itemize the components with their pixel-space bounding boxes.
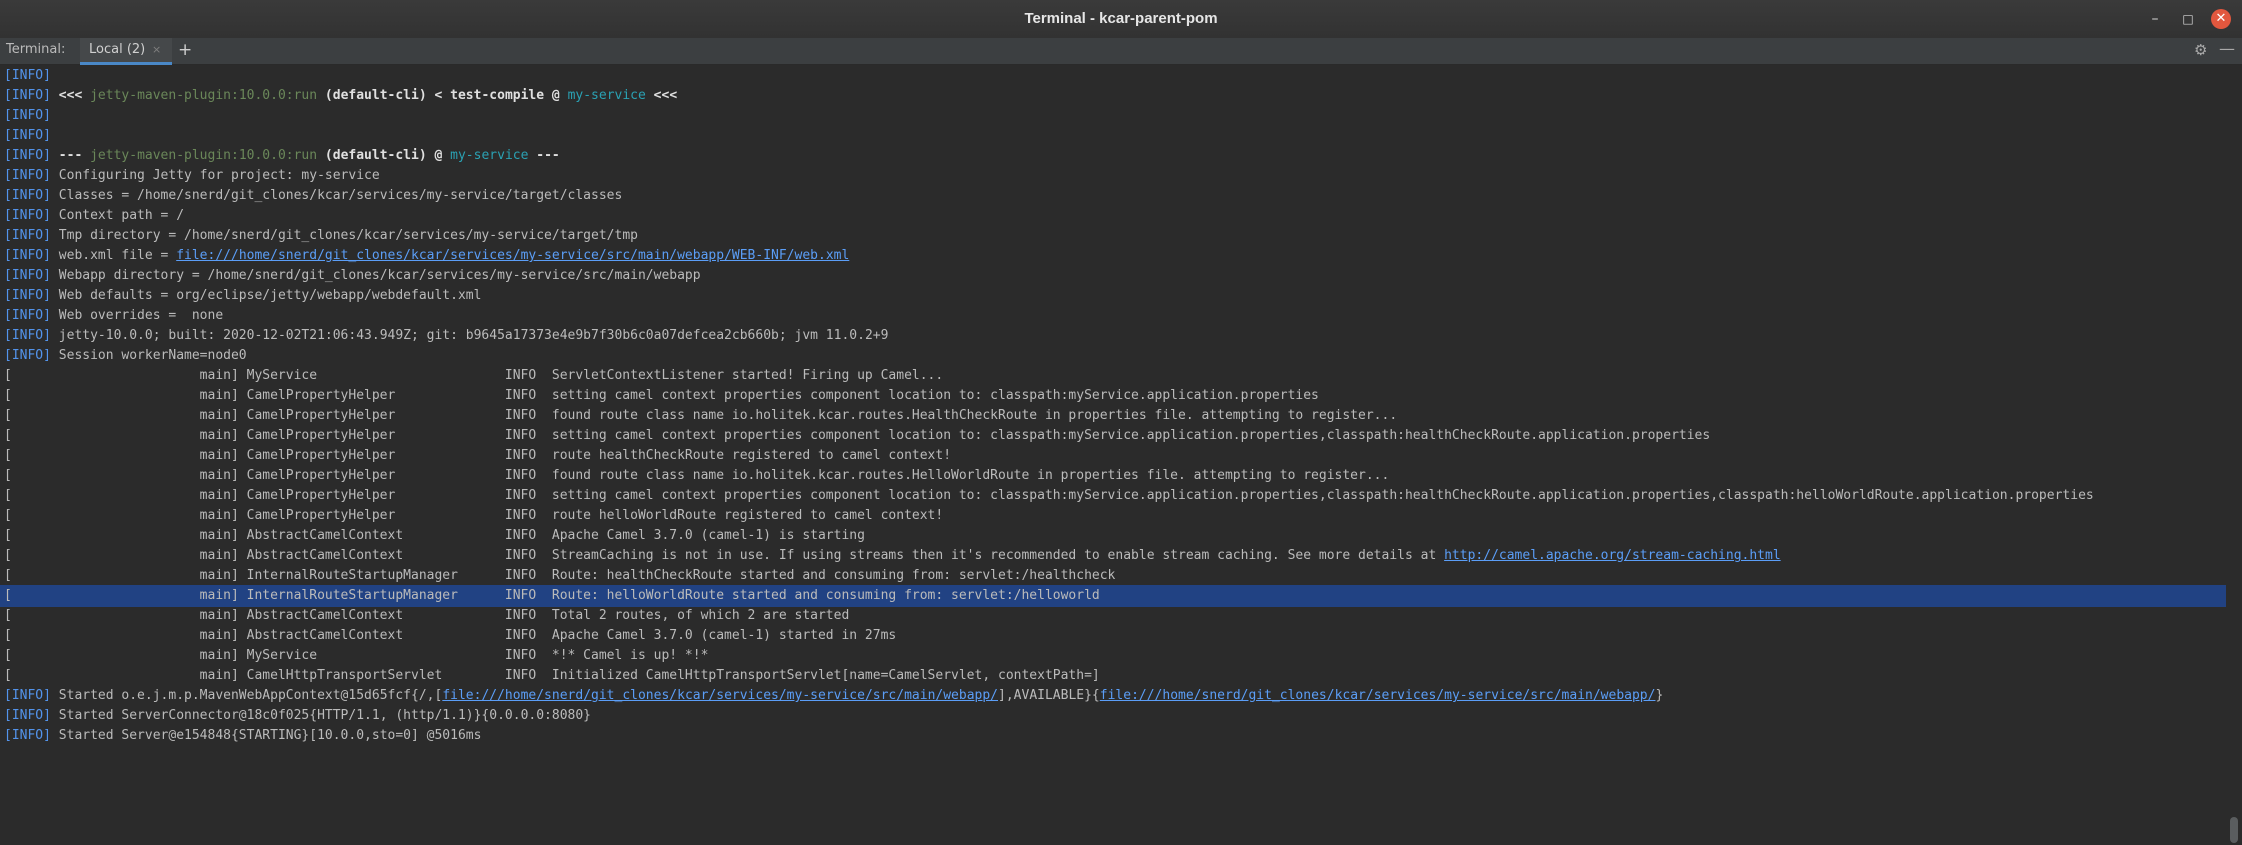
web-xml-link[interactable]: file:///home/snerd/git_clones/kcar/servi… — [176, 248, 849, 263]
terminal-tab-bar: Terminal: Local (2) × + ⚙ — — [0, 38, 2242, 65]
terminal-line: [ main] CamelPropertyHelper INFO route h… — [4, 448, 952, 463]
terminal-line: [ main] CamelPropertyHelper INFO found r… — [4, 408, 1398, 423]
terminal-line: [INFO] Classes = /home/snerd/git_clones/… — [4, 188, 623, 203]
terminal-line: [ main] AbstractCamelContext INFO Apache… — [4, 628, 897, 643]
scrollbar-thumb[interactable] — [2230, 817, 2238, 843]
terminal-line: [ main] CamelPropertyHelper INFO setting… — [4, 488, 2094, 503]
terminal-line: [ main] AbstractCamelContext INFO Total … — [4, 608, 850, 623]
terminal-line: [INFO] Session workerName=node0 — [4, 348, 247, 363]
terminal-line: [INFO] Configuring Jetty for project: my… — [4, 168, 380, 183]
tab-close-icon[interactable]: × — [152, 38, 161, 62]
terminal-line: [INFO] Started ServerConnector@18c0f025{… — [4, 708, 592, 723]
terminal-line: [INFO] <<< jetty-maven-plugin:10.0.0:run… — [4, 88, 678, 103]
terminal-line: [INFO] Started o.e.j.m.p.MavenWebAppCont… — [4, 688, 1664, 703]
terminal-line: [INFO] Web overrides = none — [4, 308, 224, 323]
terminal-line: [INFO] — [4, 128, 51, 143]
terminal-line: [ main] CamelPropertyHelper INFO route h… — [4, 508, 944, 523]
terminal-line: [ main] MyService INFO *!* Camel is up! … — [4, 648, 709, 663]
terminal-line: [INFO] Started Server@e154848{STARTING}[… — [4, 728, 482, 743]
tab-local-2-label: Local (2) — [89, 42, 146, 57]
terminal-line: [INFO] Tmp directory = /home/snerd/git_c… — [4, 228, 638, 243]
tab-local-2[interactable]: Local (2) × — [80, 38, 172, 65]
terminal-line: [ main] AbstractCamelContext INFO Apache… — [4, 528, 865, 543]
stream-caching-link[interactable]: http://camel.apache.org/stream-caching.h… — [1444, 548, 1781, 563]
webapp-link[interactable]: file:///home/snerd/git_clones/kcar/servi… — [442, 688, 998, 703]
terminal-line: [INFO] Context path = / — [4, 208, 185, 223]
close-window-icon[interactable]: ✕ — [2211, 9, 2231, 29]
webapp-link[interactable]: file:///home/snerd/git_clones/kcar/servi… — [1100, 688, 1656, 703]
terminal-label: Terminal: — [6, 42, 66, 57]
terminal-line: [INFO] jetty-10.0.0; built: 2020-12-02T2… — [4, 328, 889, 343]
window-title: Terminal - kcar-parent-pom — [1024, 10, 1218, 27]
terminal-line: [INFO] Webapp directory = /home/snerd/gi… — [4, 268, 701, 283]
hide-panel-icon[interactable]: — — [2219, 38, 2235, 60]
terminal-line: [INFO] --- jetty-maven-plugin:10.0.0:run… — [4, 148, 560, 163]
terminal-line: [ main] CamelHttpTransportServlet INFO I… — [4, 668, 1100, 683]
terminal-line: [INFO] web.xml file = file:///home/snerd… — [4, 248, 850, 263]
minimize-icon[interactable]: – — [2145, 9, 2165, 29]
terminal-line: [ main] CamelPropertyHelper INFO setting… — [4, 428, 1711, 443]
terminal-line: [INFO] Web defaults = org/eclipse/jetty/… — [4, 288, 482, 303]
gear-icon[interactable]: ⚙ — [2194, 38, 2207, 62]
terminal-line: [ main] InternalRouteStartupManager INFO… — [4, 568, 1116, 583]
terminal-line: [ main] CamelPropertyHelper INFO found r… — [4, 468, 1390, 483]
vertical-scrollbar[interactable] — [2226, 65, 2242, 845]
window-titlebar: Terminal - kcar-parent-pom – □ ✕ — [0, 0, 2242, 39]
terminal-line: [ main] AbstractCamelContext INFO Stream… — [4, 548, 1781, 563]
terminal-line-selected: [ main] InternalRouteStartupManager INFO… — [0, 585, 2226, 607]
maximize-icon[interactable]: □ — [2178, 9, 2198, 29]
terminal-output[interactable]: [INFO] [INFO] <<< jetty-maven-plugin:10.… — [0, 65, 2226, 845]
terminal-line: [INFO] — [4, 68, 51, 83]
terminal-line: [ main] CamelPropertyHelper INFO setting… — [4, 388, 1319, 403]
terminal-line: [ main] MyService INFO ServletContextLis… — [4, 368, 944, 383]
new-tab-icon[interactable]: + — [178, 38, 192, 62]
terminal-line: [INFO] — [4, 108, 51, 123]
